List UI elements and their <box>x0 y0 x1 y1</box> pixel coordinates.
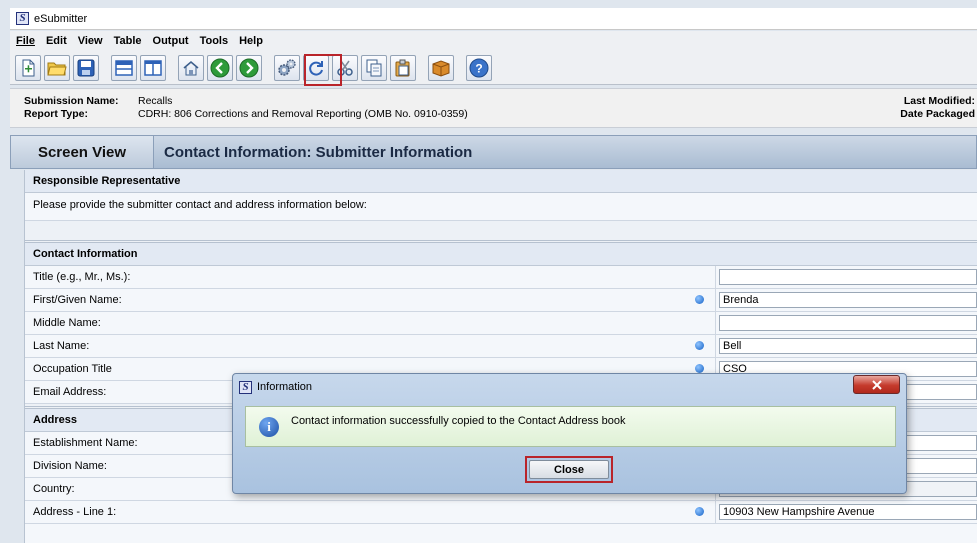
back-arrow-icon <box>210 58 230 77</box>
middle-name-field[interactable] <box>719 315 977 331</box>
date-packaged-label: Date Packaged <box>900 108 975 120</box>
dialog-close-button[interactable] <box>853 375 900 394</box>
tile-windows-button[interactable] <box>111 54 137 81</box>
title-bar: S eSubmitter <box>10 8 977 30</box>
svg-text:?: ? <box>475 61 482 75</box>
title-field[interactable] <box>719 269 977 285</box>
form-row-middle-name: Middle Name: <box>25 312 977 335</box>
open-folder-icon <box>47 62 67 75</box>
menu-file[interactable]: File <box>16 35 35 47</box>
dialog-message: Contact information successfully copied … <box>291 415 626 427</box>
new-document-button[interactable] <box>15 54 41 81</box>
package-icon <box>432 59 450 77</box>
first-name-field[interactable]: Brenda <box>719 292 977 308</box>
close-icon <box>871 379 882 390</box>
menu-tools[interactable]: Tools <box>200 35 229 47</box>
app-logo-icon: S <box>16 12 29 25</box>
field-label: Title (e.g., Mr., Ms.): <box>25 266 716 288</box>
field-label: Country: <box>33 483 75 495</box>
report-type-label: Report Type: <box>24 108 88 120</box>
submission-info: Submission Name: Recalls Last Modified: … <box>10 88 977 128</box>
responsible-section-header: Responsible Representative <box>25 170 977 193</box>
paste-button[interactable] <box>390 54 416 81</box>
field-label: Middle Name: <box>25 312 716 334</box>
package-button[interactable] <box>428 54 454 81</box>
form-row-last-name: Last Name: Bell <box>25 335 977 358</box>
field-label: Occupation Title <box>33 363 112 375</box>
form-row-title: Title (e.g., Mr., Ms.): <box>25 266 977 289</box>
dialog-message-box: i Contact information successfully copie… <box>245 406 896 447</box>
cut-button[interactable] <box>332 54 358 81</box>
cut-icon <box>337 60 353 76</box>
open-folder-button[interactable] <box>44 54 70 81</box>
menu-output[interactable]: Output <box>153 35 189 47</box>
submission-name-value: Recalls <box>138 95 173 107</box>
settings-button[interactable] <box>274 54 300 81</box>
save-button[interactable] <box>73 54 99 81</box>
refresh-icon <box>309 60 323 76</box>
home-button[interactable] <box>178 54 204 81</box>
last-modified-label: Last Modified: <box>903 95 975 107</box>
address-line1-field[interactable]: 10903 New Hampshire Avenue <box>719 504 977 520</box>
menu-edit[interactable]: Edit <box>46 35 67 47</box>
new-document-icon <box>22 59 35 76</box>
screen-header: Screen View Contact Information: Submitt… <box>10 135 977 169</box>
menu-view[interactable]: View <box>78 35 103 47</box>
required-indicator-icon <box>695 364 704 373</box>
back-button[interactable] <box>207 54 233 81</box>
split-view-icon <box>144 59 162 76</box>
forward-arrow-icon <box>239 58 259 77</box>
field-label: First/Given Name: <box>33 294 122 306</box>
contact-section-header: Contact Information <box>25 243 977 266</box>
last-name-field[interactable]: Bell <box>719 338 977 354</box>
field-label: Last Name: <box>33 340 90 352</box>
dialog-title: Information <box>257 381 313 393</box>
dialog-title-bar: S Information <box>233 374 906 400</box>
menu-table[interactable]: Table <box>114 35 142 47</box>
report-type-value: CDRH: 806 Corrections and Removal Report… <box>138 108 468 120</box>
form-row-first-name: First/Given Name: Brenda <box>25 289 977 312</box>
information-dialog: S Information i Contact information succ… <box>232 373 907 494</box>
copy-button[interactable] <box>361 54 387 81</box>
menu-help[interactable]: Help <box>239 35 263 47</box>
field-label: Email Address: <box>33 386 107 398</box>
menu-bar: File Edit View Table Output Tools Help <box>10 31 977 51</box>
responsible-description: Please provide the submitter contact and… <box>25 193 977 221</box>
close-button[interactable]: Close <box>529 460 609 479</box>
submission-name-label: Submission Name: <box>24 95 119 107</box>
help-button[interactable]: ? <box>466 54 492 81</box>
split-view-button[interactable] <box>140 54 166 81</box>
help-icon: ? <box>469 58 489 77</box>
form-row-address-line1: Address - Line 1: 10903 New Hampshire Av… <box>25 501 977 524</box>
window-title: eSubmitter <box>34 12 88 25</box>
tile-windows-icon <box>115 59 133 76</box>
required-indicator-icon <box>695 507 704 516</box>
required-indicator-icon <box>695 295 704 304</box>
app-logo-icon: S <box>239 380 252 394</box>
copy-icon <box>366 59 382 76</box>
forward-button[interactable] <box>236 54 262 81</box>
section-divider <box>25 221 977 243</box>
required-indicator-icon <box>695 341 704 350</box>
save-icon <box>77 59 95 76</box>
gears-icon <box>278 58 296 76</box>
info-icon: i <box>259 417 279 437</box>
refresh-button[interactable] <box>303 54 329 81</box>
home-icon <box>183 60 199 75</box>
screen-title: Contact Information: Submitter Informati… <box>164 143 473 161</box>
screen-view-tab[interactable]: Screen View <box>11 136 154 168</box>
field-label: Address - Line 1: <box>33 506 117 518</box>
paste-icon <box>395 59 410 76</box>
toolbar: ? <box>10 51 977 86</box>
